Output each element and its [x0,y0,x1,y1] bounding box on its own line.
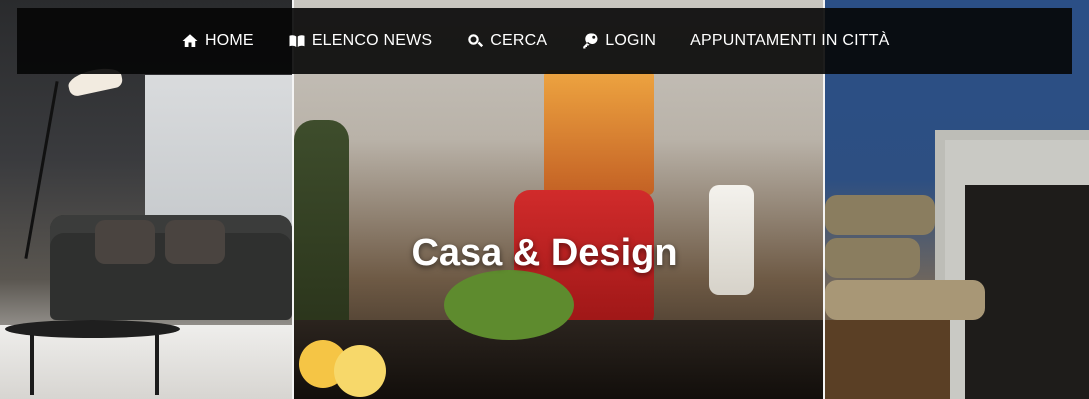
nav-item-home[interactable]: HOME [181,32,254,50]
cushion [825,280,985,320]
vegetables [444,270,574,340]
blender-jar [544,70,654,195]
hero-title: Casa & Design [411,232,678,274]
nav-items: HOME ELENCO NEWS CERCA LOGIN APPUNTAMENT… [181,32,890,50]
coffee-table-leg [155,335,159,395]
nav-item-label: LOGIN [605,32,657,49]
book-icon [288,32,306,50]
nav-item-cerca[interactable]: CERCA [466,32,547,50]
cushion [825,195,935,235]
home-icon [181,32,199,50]
wooden-box [825,320,950,399]
nav-item-appuntamenti[interactable]: APPUNTAMENTI IN CITTÀ [690,32,889,50]
coffee-table-leg [30,335,34,395]
nav-item-label: ELENCO NEWS [311,32,433,49]
nav-item-elenco-news[interactable]: ELENCO NEWS [288,32,432,50]
search-icon [466,32,484,50]
hero-banner: HOME ELENCO NEWS CERCA LOGIN APPUNTAMENT… [0,0,1089,399]
nav-item-label: CERCA [490,32,548,49]
nav-item-label: HOME [205,32,254,49]
main-navigation: HOME ELENCO NEWS CERCA LOGIN APPUNTAMENT… [17,8,1072,74]
key-icon [581,32,599,50]
lemon [334,345,386,397]
nav-item-label: APPUNTAMENTI IN CITTÀ [690,32,890,49]
nav-item-login[interactable]: LOGIN [581,32,656,50]
